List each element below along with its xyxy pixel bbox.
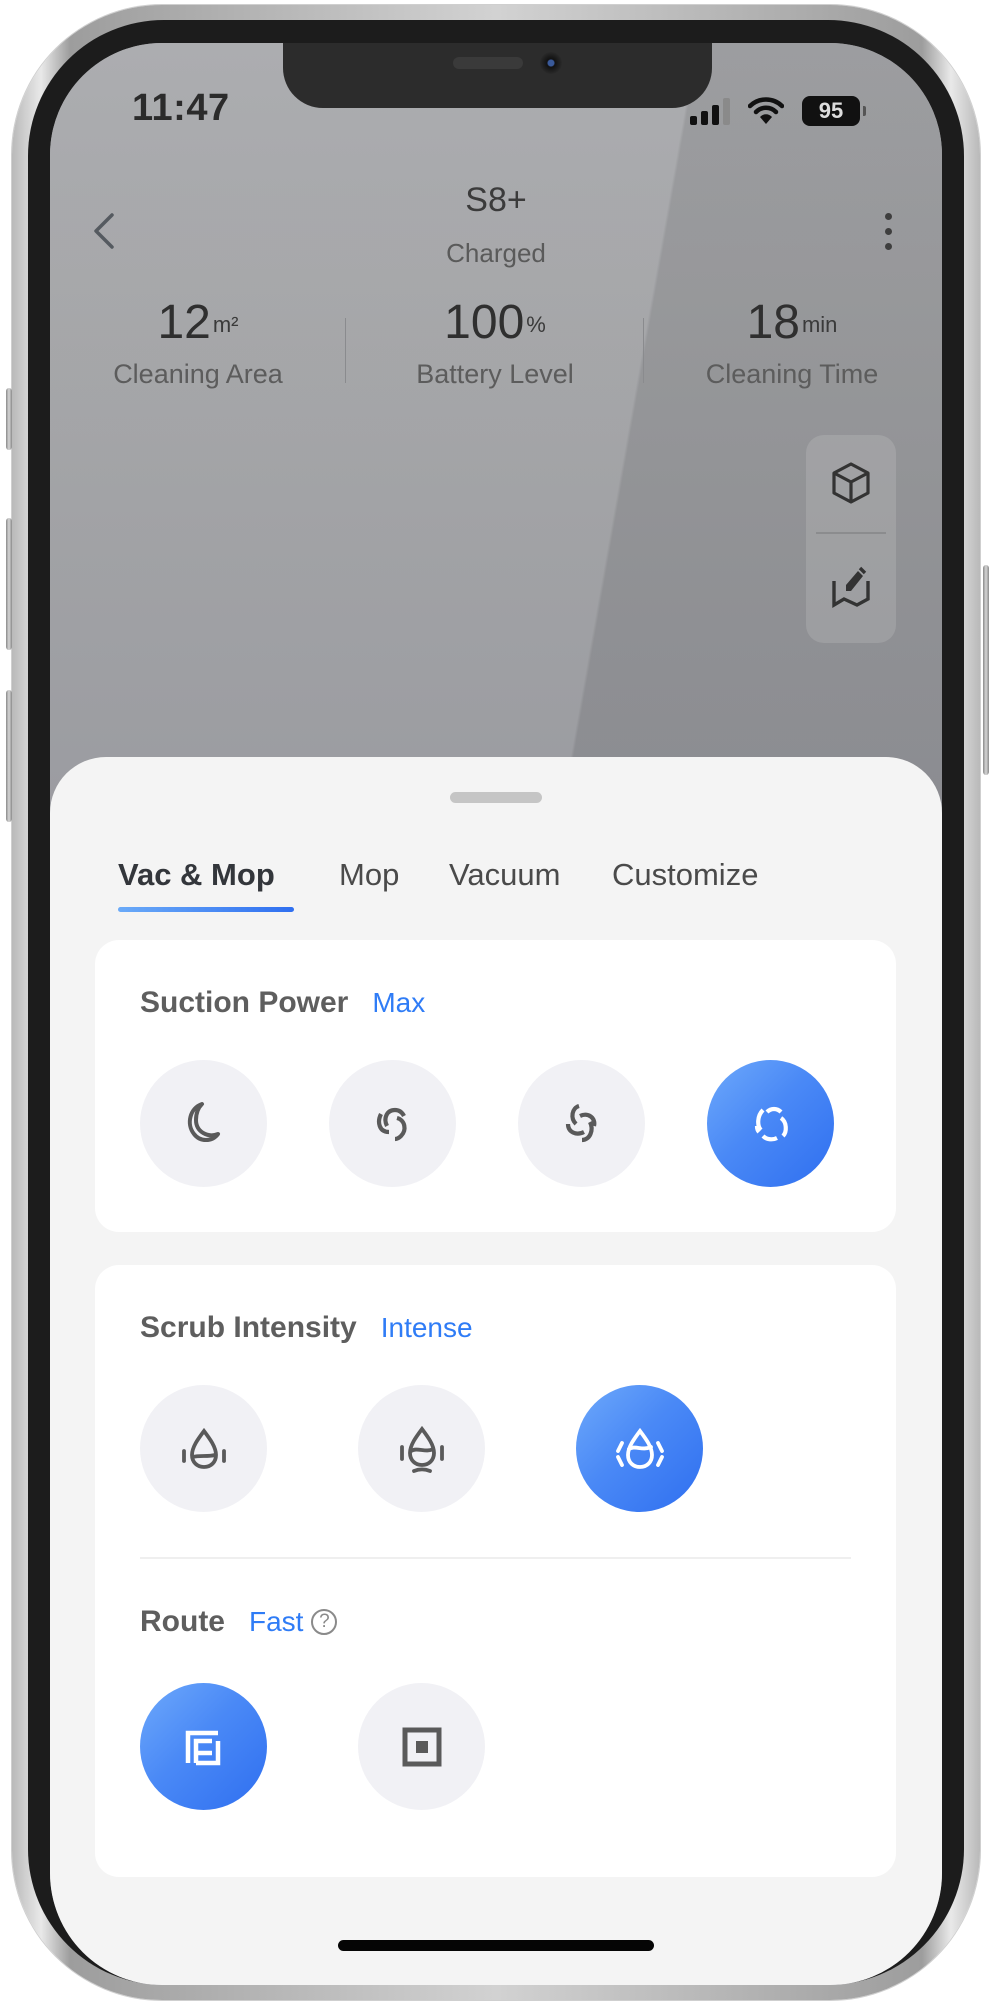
tab-vacuum[interactable]: Vacuum xyxy=(449,857,560,893)
tab-vac-mop[interactable]: Vac & Mop xyxy=(118,857,275,893)
tab-customize[interactable]: Customize xyxy=(612,857,758,893)
stat-label: Cleaning Time xyxy=(705,359,879,389)
cleaning-mode-sheet: Vac & Mop Mop Vacuum Customize Suction P… xyxy=(50,757,942,1985)
map-edit-icon xyxy=(832,566,870,609)
stat-unit: m² xyxy=(212,312,239,337)
help-icon[interactable]: ? xyxy=(311,1609,338,1635)
suction-power-title: Suction Power xyxy=(140,986,349,1019)
stat-label: Cleaning Area xyxy=(113,359,283,389)
screen-glare xyxy=(50,43,942,803)
quiet-moon-icon xyxy=(187,1101,220,1142)
map-3d-button[interactable] xyxy=(806,435,896,531)
drop-standard-icon xyxy=(399,1425,444,1473)
wifi-icon xyxy=(748,97,784,124)
stat-unit: % xyxy=(526,312,546,337)
scrub-option-mild[interactable] xyxy=(140,1385,267,1512)
battery-icon: 95 xyxy=(802,96,866,126)
battery-level: 95 xyxy=(818,98,844,123)
power-button xyxy=(983,565,989,775)
stat-label: Battery Level xyxy=(416,359,574,389)
drop-mild-icon xyxy=(181,1427,226,1469)
route-value: Fast xyxy=(249,1606,304,1637)
stat-cleaning-time: 18min Cleaning Time xyxy=(647,295,937,390)
stat-battery-level: 100% Battery Level xyxy=(350,295,640,390)
map-toolbar xyxy=(806,435,896,643)
signal-icon xyxy=(690,97,730,125)
drop-intense-icon xyxy=(615,1427,664,1469)
stat-divider xyxy=(345,318,346,383)
fan-max-icon xyxy=(754,1106,788,1141)
toolbar-divider xyxy=(816,532,886,534)
mop-settings-card: Scrub Intensity Intense Route Fast ? xyxy=(95,1265,896,1877)
status-icons: 95 xyxy=(690,91,866,131)
route-standard-icon xyxy=(402,1727,441,1766)
scrub-option-standard[interactable] xyxy=(358,1385,485,1512)
active-tab-indicator xyxy=(118,907,294,912)
scrub-option-intense[interactable] xyxy=(576,1385,703,1512)
stat-cleaning-area: 12m² Cleaning Area xyxy=(53,295,343,390)
suction-power-value: Max xyxy=(372,987,426,1018)
suction-option-max[interactable] xyxy=(707,1060,834,1187)
device-status: Charged xyxy=(446,238,546,268)
route-fast-icon xyxy=(185,1730,220,1765)
volume-up-button xyxy=(6,518,12,650)
route-option-standard[interactable] xyxy=(358,1683,485,1810)
suction-option-balanced[interactable] xyxy=(329,1060,456,1187)
status-time: 11:47 xyxy=(132,87,230,129)
sheet-drag-handle[interactable] xyxy=(450,792,542,803)
mute-switch xyxy=(6,388,12,450)
scrub-intensity-header: Scrub Intensity Intense xyxy=(140,1311,473,1345)
scrub-intensity-value: Intense xyxy=(380,1312,473,1343)
stat-value: 100 xyxy=(444,296,525,349)
more-vertical-icon xyxy=(884,212,892,220)
chevron-left-icon xyxy=(94,213,114,249)
scrub-intensity-title: Scrub Intensity xyxy=(140,1311,357,1344)
map-edit-button[interactable] xyxy=(806,539,896,635)
front-camera xyxy=(540,52,562,74)
suction-power-card: Suction Power Max xyxy=(95,940,896,1232)
screen: 11:47 95 S8+ Charged 12m² Cleaning Area … xyxy=(50,43,942,1985)
cube-3d-icon xyxy=(832,462,870,504)
tab-mop[interactable]: Mop xyxy=(339,857,399,893)
route-option-fast[interactable] xyxy=(140,1683,267,1810)
stat-divider xyxy=(643,318,644,383)
route-title: Route xyxy=(140,1605,225,1638)
section-divider xyxy=(140,1557,851,1559)
volume-down-button xyxy=(6,690,12,822)
home-indicator[interactable] xyxy=(338,1940,654,1951)
back-button[interactable] xyxy=(84,203,128,259)
fan-turbo-icon xyxy=(565,1103,596,1142)
stat-unit: min xyxy=(801,312,838,337)
device-name: S8+ xyxy=(465,181,527,219)
more-button[interactable] xyxy=(868,203,908,259)
notch xyxy=(283,43,712,108)
speaker-grille xyxy=(453,57,523,69)
suction-option-turbo[interactable] xyxy=(518,1060,645,1187)
suction-power-header: Suction Power Max xyxy=(140,986,425,1020)
fan-balanced-icon xyxy=(376,1107,407,1141)
suction-option-quiet[interactable] xyxy=(140,1060,267,1187)
stat-value: 12 xyxy=(157,296,211,349)
stat-value: 18 xyxy=(746,296,800,349)
route-header: Route Fast ? xyxy=(140,1605,338,1639)
